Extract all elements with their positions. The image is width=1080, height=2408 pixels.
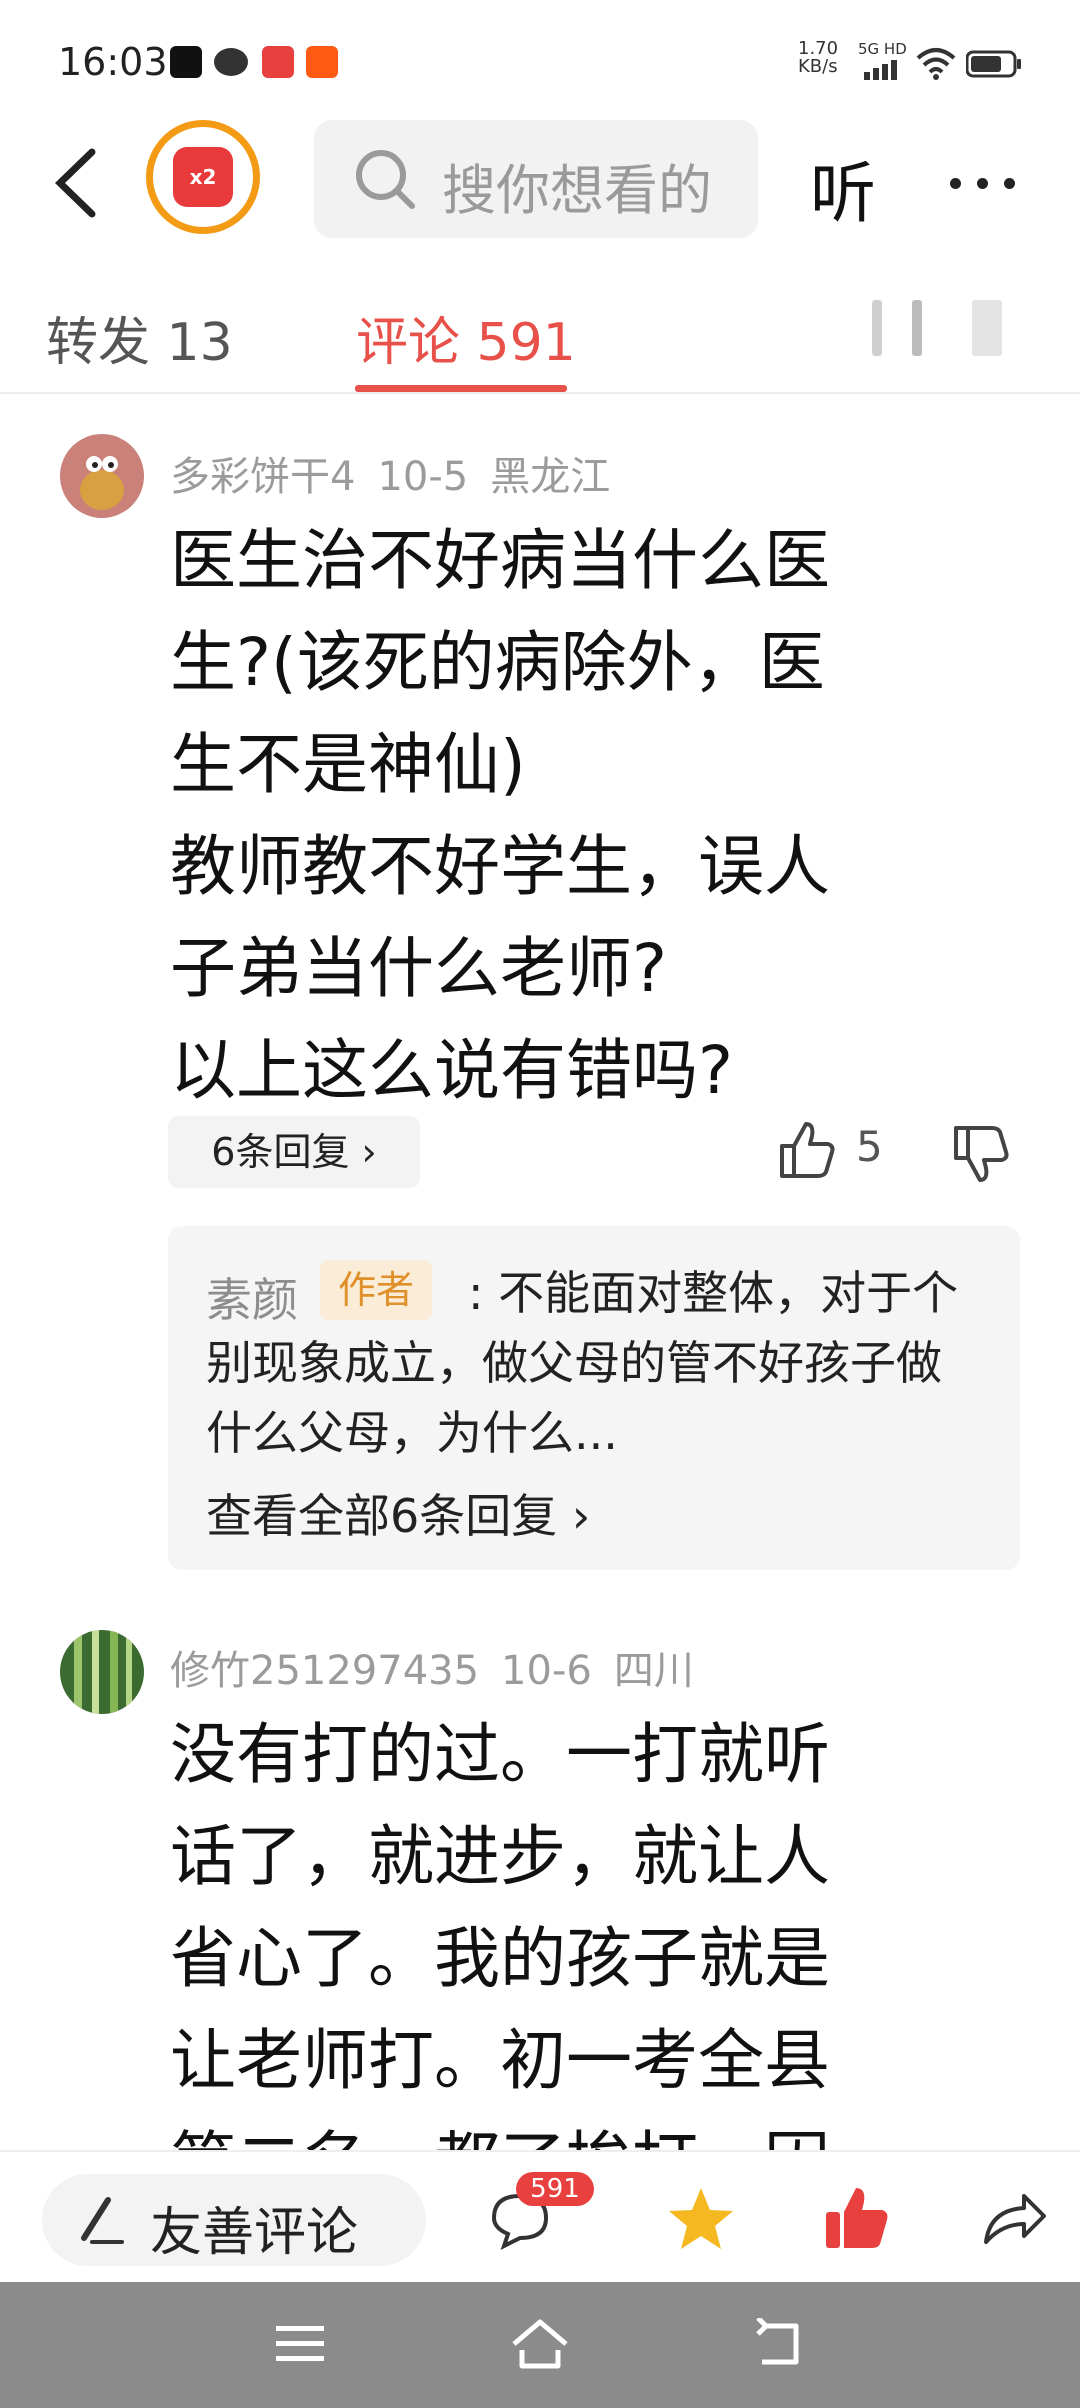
tab-comment[interactable]: 评论 591: [356, 300, 576, 375]
search-placeholder: 搜你想看的: [442, 159, 712, 222]
listen-button[interactable]: 听: [810, 140, 876, 236]
comment-text[interactable]: 医生治不好病当什么医 生?(该死的病除外，医 生不是神仙) 教师教不好学生，误人…: [170, 510, 970, 1122]
net-speed: 1.70 KB/s: [798, 40, 838, 76]
comment-location: 四川: [613, 1648, 694, 1694]
home-icon[interactable]: [508, 2316, 572, 2372]
comment-line: 教师教不好学生，误人: [170, 828, 830, 905]
search-icon: [356, 150, 415, 209]
tiktok-icon: [170, 46, 202, 78]
signal-icon: [864, 60, 897, 80]
author-badge: 作者: [320, 1260, 432, 1320]
system-nav-bar: [0, 2282, 1080, 2408]
pen-icon: [81, 2197, 124, 2244]
avatar[interactable]: [60, 434, 144, 518]
like-count: 5: [856, 1122, 883, 1171]
status-time: 16:03: [58, 40, 168, 84]
comment-placeholder: 友善评论: [150, 2203, 359, 2263]
menu-icon[interactable]: [276, 2324, 324, 2364]
comment-meta: 多彩饼干4 10-5 黑龙江: [170, 444, 632, 502]
search-input[interactable]: 搜你想看的: [314, 120, 758, 238]
reply-user[interactable]: 素颜: [206, 1264, 298, 1330]
cartoon-avatar-icon: [80, 456, 124, 510]
comment-date: 10-5: [377, 454, 469, 500]
back-arrow-icon[interactable]: [52, 148, 98, 218]
comment-user[interactable]: 修竹251297435: [170, 1648, 479, 1694]
taobao-icon: [306, 46, 338, 78]
comment-count-badge: 591: [516, 2172, 594, 2206]
star-icon[interactable]: [666, 2184, 736, 2254]
comment-user[interactable]: 多彩饼干4: [170, 454, 355, 500]
tab-divider: [0, 392, 1080, 394]
thumbs-up-filled-icon[interactable]: [822, 2184, 892, 2254]
toutiao-icon: [262, 46, 294, 78]
comment-text[interactable]: 没有打的过。一打就听 话了，就进步，就让人 省心了。我的孩子就是 让老师打。初一…: [170, 1704, 970, 2150]
avatar-badge: x2: [173, 147, 233, 207]
comment-line: 没有打的过。一打就听: [170, 1716, 830, 1793]
comment-location: 黑龙江: [490, 454, 611, 500]
comment-input[interactable]: 友善评论: [42, 2174, 426, 2266]
comment-line: 子弟当什么老师?: [170, 930, 668, 1007]
net-speed-unit: KB/s: [798, 56, 838, 77]
status-bar: 16:03 1.70 KB/s 5G HD: [0, 0, 1080, 120]
bottom-action-bar: 友善评论 591: [0, 2150, 1080, 2284]
comment-line: 医生治不好病当什么医: [170, 522, 830, 599]
comment-line: 让老师打。初一考全县: [170, 2022, 830, 2099]
tab-active-indicator: [355, 385, 567, 392]
comment-line: 话了，就进步，就让人: [170, 1818, 830, 1895]
tab-repost[interactable]: 转发 13: [46, 300, 233, 375]
view-all-replies-link[interactable]: 查看全部6条回复 ›: [206, 1480, 590, 1546]
reply-preview[interactable]: : 不能面对整体，对于个别现象成立，做父母的管不好孩子做什么父母，为什么... …: [168, 1226, 1020, 1570]
back-nav-icon[interactable]: [752, 2318, 806, 2370]
network-type: 5G HD: [858, 40, 907, 58]
bamboo-avatar-icon: [74, 1630, 132, 1714]
message-icon: [214, 48, 248, 76]
comment-line: 第二名，都了挨打，因: [170, 2112, 970, 2150]
battery-icon: [966, 50, 1021, 78]
red-packet-avatar[interactable]: x2: [146, 120, 260, 234]
thumbs-up-icon[interactable]: [778, 1120, 836, 1180]
thumbs-down-icon[interactable]: [952, 1124, 1010, 1184]
comment-line: 省心了。我的孩子就是: [170, 1920, 830, 1997]
more-icon[interactable]: [950, 174, 1031, 193]
comment-date: 10-6: [501, 1648, 592, 1694]
comment-meta: 修竹251297435 10-6 四川: [170, 1638, 716, 1696]
comment-line: 以上这么说有错吗?: [170, 1032, 734, 1109]
avatar[interactable]: [60, 1630, 144, 1714]
sort-icon[interactable]: [872, 300, 1012, 360]
wifi-icon: [916, 48, 956, 80]
replies-button[interactable]: 6条回复 ›: [168, 1116, 420, 1188]
share-icon[interactable]: [980, 2184, 1050, 2254]
comment-line: 生不是神仙): [170, 726, 526, 803]
comment-line: 生?(该死的病除外，医: [170, 624, 825, 701]
